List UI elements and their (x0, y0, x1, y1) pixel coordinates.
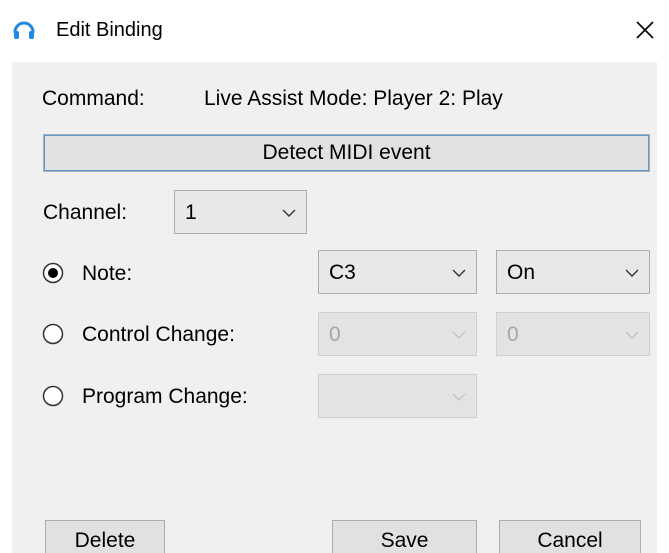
dialog-body: Command: Live Assist Mode: Player 2: Pla… (12, 62, 657, 553)
note-radio[interactable] (42, 262, 64, 284)
control-change-number-value: 0 (329, 323, 341, 346)
detect-midi-event-label: Detect MIDI event (262, 141, 431, 164)
control-change-value-dropdown[interactable]: 0 (496, 312, 650, 356)
title-bar: Edit Binding (0, 0, 669, 62)
edit-binding-dialog: Edit Binding Command: Live Assist Mode: … (0, 0, 669, 553)
channel-dropdown[interactable]: 1 (174, 190, 307, 234)
control-change-number-dropdown[interactable]: 0 (318, 312, 477, 356)
channel-value: 1 (185, 201, 197, 224)
chevron-down-icon (625, 269, 639, 277)
close-button[interactable] (625, 10, 665, 50)
control-change-label: Control Change: (82, 323, 235, 346)
save-button[interactable]: Save (332, 520, 477, 553)
save-button-label: Save (380, 529, 429, 552)
control-change-value: 0 (507, 323, 519, 346)
cancel-button[interactable]: Cancel (499, 520, 641, 553)
note-state-value: On (507, 261, 536, 284)
note-dropdown[interactable]: C3 (318, 250, 477, 294)
window-title: Edit Binding (56, 19, 163, 41)
delete-button[interactable]: Delete (45, 520, 165, 553)
chevron-down-icon (452, 393, 466, 401)
cancel-button-label: Cancel (537, 529, 603, 552)
note-value: C3 (329, 261, 356, 284)
program-change-radio[interactable] (42, 385, 64, 407)
note-state-dropdown[interactable]: On (496, 250, 650, 294)
chevron-down-icon (282, 209, 296, 217)
program-change-label: Program Change: (82, 385, 248, 408)
chevron-down-icon (452, 269, 466, 277)
control-change-radio[interactable] (42, 323, 64, 345)
detect-midi-event-button[interactable]: Detect MIDI event (43, 134, 650, 172)
delete-button-label: Delete (74, 529, 136, 552)
command-value: Live Assist Mode: Player 2: Play (204, 87, 503, 110)
program-change-dropdown[interactable] (318, 374, 477, 418)
close-icon (636, 21, 654, 39)
headphones-icon (13, 21, 35, 39)
channel-label: Channel: (43, 201, 128, 224)
chevron-down-icon (452, 331, 466, 339)
note-label: Note: (82, 262, 133, 285)
chevron-down-icon (625, 331, 639, 339)
command-label: Command: (42, 87, 145, 110)
